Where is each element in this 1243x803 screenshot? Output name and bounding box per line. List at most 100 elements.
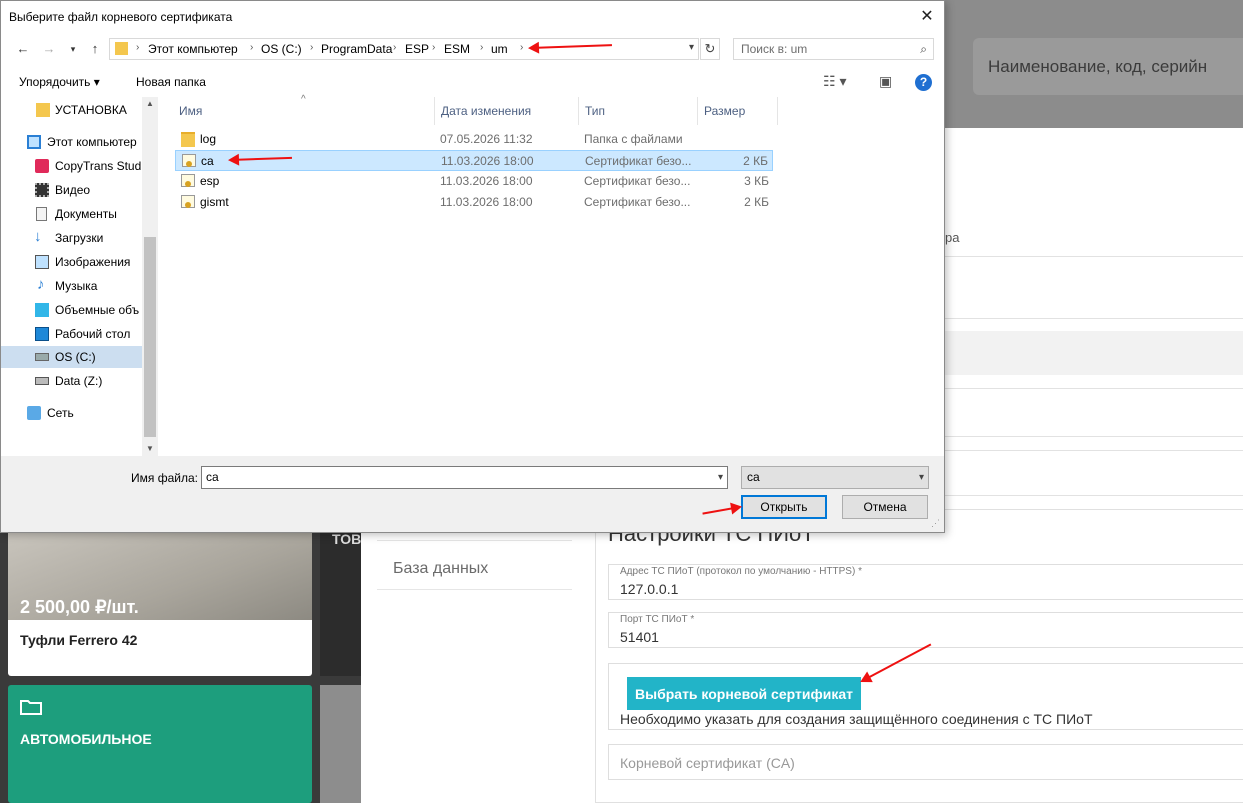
- close-icon[interactable]: ✕: [910, 1, 944, 32]
- address-label: Адрес ТС ПИоТ (протокол по умолчанию - H…: [620, 566, 862, 577]
- file-type: Сертификат безо...: [585, 154, 692, 168]
- 3d-objects-icon: [35, 303, 49, 317]
- choose-root-certificate-button[interactable]: Выбрать корневой сертификат: [627, 677, 861, 710]
- product-tile[interactable]: ТОВ: [320, 531, 361, 676]
- copytrans-icon: [35, 159, 49, 173]
- file-type: Сертификат безо...: [584, 195, 691, 209]
- folder-search-input[interactable]: Поиск в: um ⌕: [733, 38, 934, 60]
- nav-item-3d-objects[interactable]: Объемные объ: [1, 299, 142, 321]
- settings-row: [945, 331, 1243, 375]
- product-search-input[interactable]: Наименование, код, серийн: [973, 38, 1243, 95]
- breadcrumb-esm[interactable]: ESM: [444, 42, 470, 56]
- nav-item-network[interactable]: Сеть: [1, 402, 142, 424]
- divider: [945, 495, 1243, 496]
- network-drive-icon: [35, 377, 49, 385]
- product-tile[interactable]: 2 500,00 ₽/шт. Туфли Ferrero 42: [8, 531, 312, 676]
- folder-icon: [36, 103, 50, 117]
- nav-item-this-pc[interactable]: Этот компьютер: [1, 131, 142, 153]
- filetype-select[interactable]: ca ▾: [741, 466, 929, 489]
- cancel-button[interactable]: Отмена: [842, 495, 928, 519]
- category-tile[interactable]: АВТОМОБИЛЬНОЕ: [8, 685, 312, 803]
- category-tile[interactable]: [320, 685, 361, 803]
- nav-item-label: Сеть: [47, 406, 74, 420]
- category-name: АВТОМОБИЛЬНОЕ: [20, 731, 152, 747]
- organize-button[interactable]: Упорядочить ▾: [19, 75, 100, 89]
- navigation-pane: УСТАНОВКА Этот компьютер CopyTrans Studi…: [1, 97, 158, 456]
- view-options-icon[interactable]: ☷ ▾: [823, 73, 846, 90]
- chevron-down-icon[interactable]: ▾: [65, 39, 81, 59]
- menu-item-database[interactable]: База данных: [377, 540, 572, 590]
- column-header-type[interactable]: Тип: [579, 97, 698, 125]
- file-row[interactable]: esp 11.03.2026 18:00 Сертификат безо... …: [175, 171, 773, 192]
- nav-scrollbar[interactable]: ▲ ▼: [142, 97, 158, 456]
- breadcrumb-this-pc[interactable]: Этот компьютер: [148, 42, 238, 56]
- certificate-icon: [181, 195, 195, 208]
- new-folder-button[interactable]: Новая папка: [136, 75, 206, 89]
- chevron-down-icon[interactable]: ▾: [718, 467, 723, 488]
- nav-item-video[interactable]: Видео: [1, 179, 142, 201]
- filename-label: Имя файла:: [131, 471, 198, 485]
- breadcrumb-programdata[interactable]: ProgramData: [321, 42, 392, 56]
- forward-arrow-icon[interactable]: →: [41, 39, 57, 59]
- scroll-down-icon[interactable]: ▼: [142, 444, 158, 453]
- divider: [945, 256, 1243, 257]
- column-header-size[interactable]: Размер: [698, 97, 778, 125]
- nav-item-music[interactable]: ♪ Музыка: [1, 275, 142, 297]
- port-label: Порт ТС ПИоТ *: [620, 614, 695, 625]
- back-arrow-icon[interactable]: ←: [15, 39, 31, 59]
- desktop-icon: [35, 327, 49, 341]
- address-value: 127.0.0.1: [620, 581, 679, 597]
- folder-icon: [181, 132, 195, 147]
- file-row-selected[interactable]: ca 11.03.2026 18:00 Сертификат безо... 2…: [175, 150, 773, 171]
- root-certificate-field[interactable]: Корневой сертификат (CA): [608, 744, 1243, 780]
- file-name: ca: [201, 154, 214, 168]
- port-field[interactable]: Порт ТС ПИоТ * 51401: [608, 612, 1243, 648]
- preview-pane-icon[interactable]: ▣: [879, 73, 892, 90]
- file-name: log: [200, 132, 217, 146]
- file-row[interactable]: gismt 11.03.2026 18:00 Сертификат безо..…: [175, 192, 773, 213]
- filename-input[interactable]: ca ▾: [201, 466, 728, 489]
- file-name: gismt: [200, 195, 229, 209]
- nav-item-label: OS (C:): [55, 350, 96, 364]
- network-icon: [27, 406, 41, 420]
- help-icon[interactable]: ?: [915, 74, 932, 91]
- breadcrumb-esp[interactable]: ESP: [405, 42, 429, 56]
- product-name: Туфли Ferrero 42: [20, 632, 138, 648]
- nav-item-label: Рабочий стол: [55, 327, 131, 341]
- product-name: ТОВ: [332, 531, 362, 547]
- breadcrumb-um[interactable]: um: [491, 42, 508, 56]
- resize-grip-icon[interactable]: ⋰: [931, 518, 940, 529]
- nav-item-copytrans[interactable]: CopyTrans Studi: [1, 155, 144, 177]
- nav-item-pictures[interactable]: Изображения: [1, 251, 142, 273]
- nav-item-ustanovka[interactable]: УСТАНОВКА: [1, 99, 142, 121]
- nav-item-label: Документы: [55, 207, 117, 221]
- chevron-down-icon[interactable]: ▾: [689, 42, 694, 53]
- chevron-down-icon[interactable]: ▾: [919, 467, 924, 488]
- refresh-icon[interactable]: ↻: [700, 38, 720, 60]
- nav-item-desktop[interactable]: Рабочий стол: [1, 323, 142, 345]
- open-button[interactable]: Открыть: [741, 495, 827, 519]
- breadcrumb-os-c[interactable]: OS (C:): [261, 42, 302, 56]
- file-row[interactable]: log 07.05.2026 11:32 Папка с файлами: [175, 129, 773, 150]
- command-bar: Упорядочить ▾ Новая папка ☷ ▾ ▣ ?: [1, 67, 944, 95]
- nav-item-data-z[interactable]: Data (Z:): [1, 370, 142, 392]
- file-list: ^ Имя Дата изменения Тип Размер log 07.0…: [161, 94, 944, 456]
- nav-item-os-c[interactable]: OS (C:): [1, 346, 142, 368]
- column-header-name[interactable]: Имя: [173, 97, 435, 125]
- nav-item-downloads[interactable]: ↓ Загрузки: [1, 227, 142, 249]
- file-size: 2 КБ: [744, 195, 769, 209]
- search-placeholder: Поиск в: um: [741, 42, 808, 56]
- nav-item-label: Этот компьютер: [47, 135, 137, 149]
- music-icon: ♪: [37, 276, 45, 293]
- video-icon: [35, 183, 49, 197]
- address-field[interactable]: Адрес ТС ПИоТ (протокол по умолчанию - H…: [608, 564, 1243, 600]
- port-value: 51401: [620, 629, 659, 645]
- file-date: 07.05.2026 11:32: [440, 132, 533, 146]
- column-header-date[interactable]: Дата изменения: [435, 97, 579, 125]
- up-arrow-icon[interactable]: ↑: [87, 39, 103, 59]
- nav-item-documents[interactable]: Документы: [1, 203, 142, 225]
- scroll-up-icon[interactable]: ▲: [142, 99, 158, 108]
- nav-item-label: CopyTrans Studi: [55, 159, 144, 173]
- address-bar[interactable]: › Этот компьютер › OS (C:) › ProgramData…: [109, 38, 699, 60]
- scrollbar-thumb[interactable]: [144, 237, 156, 437]
